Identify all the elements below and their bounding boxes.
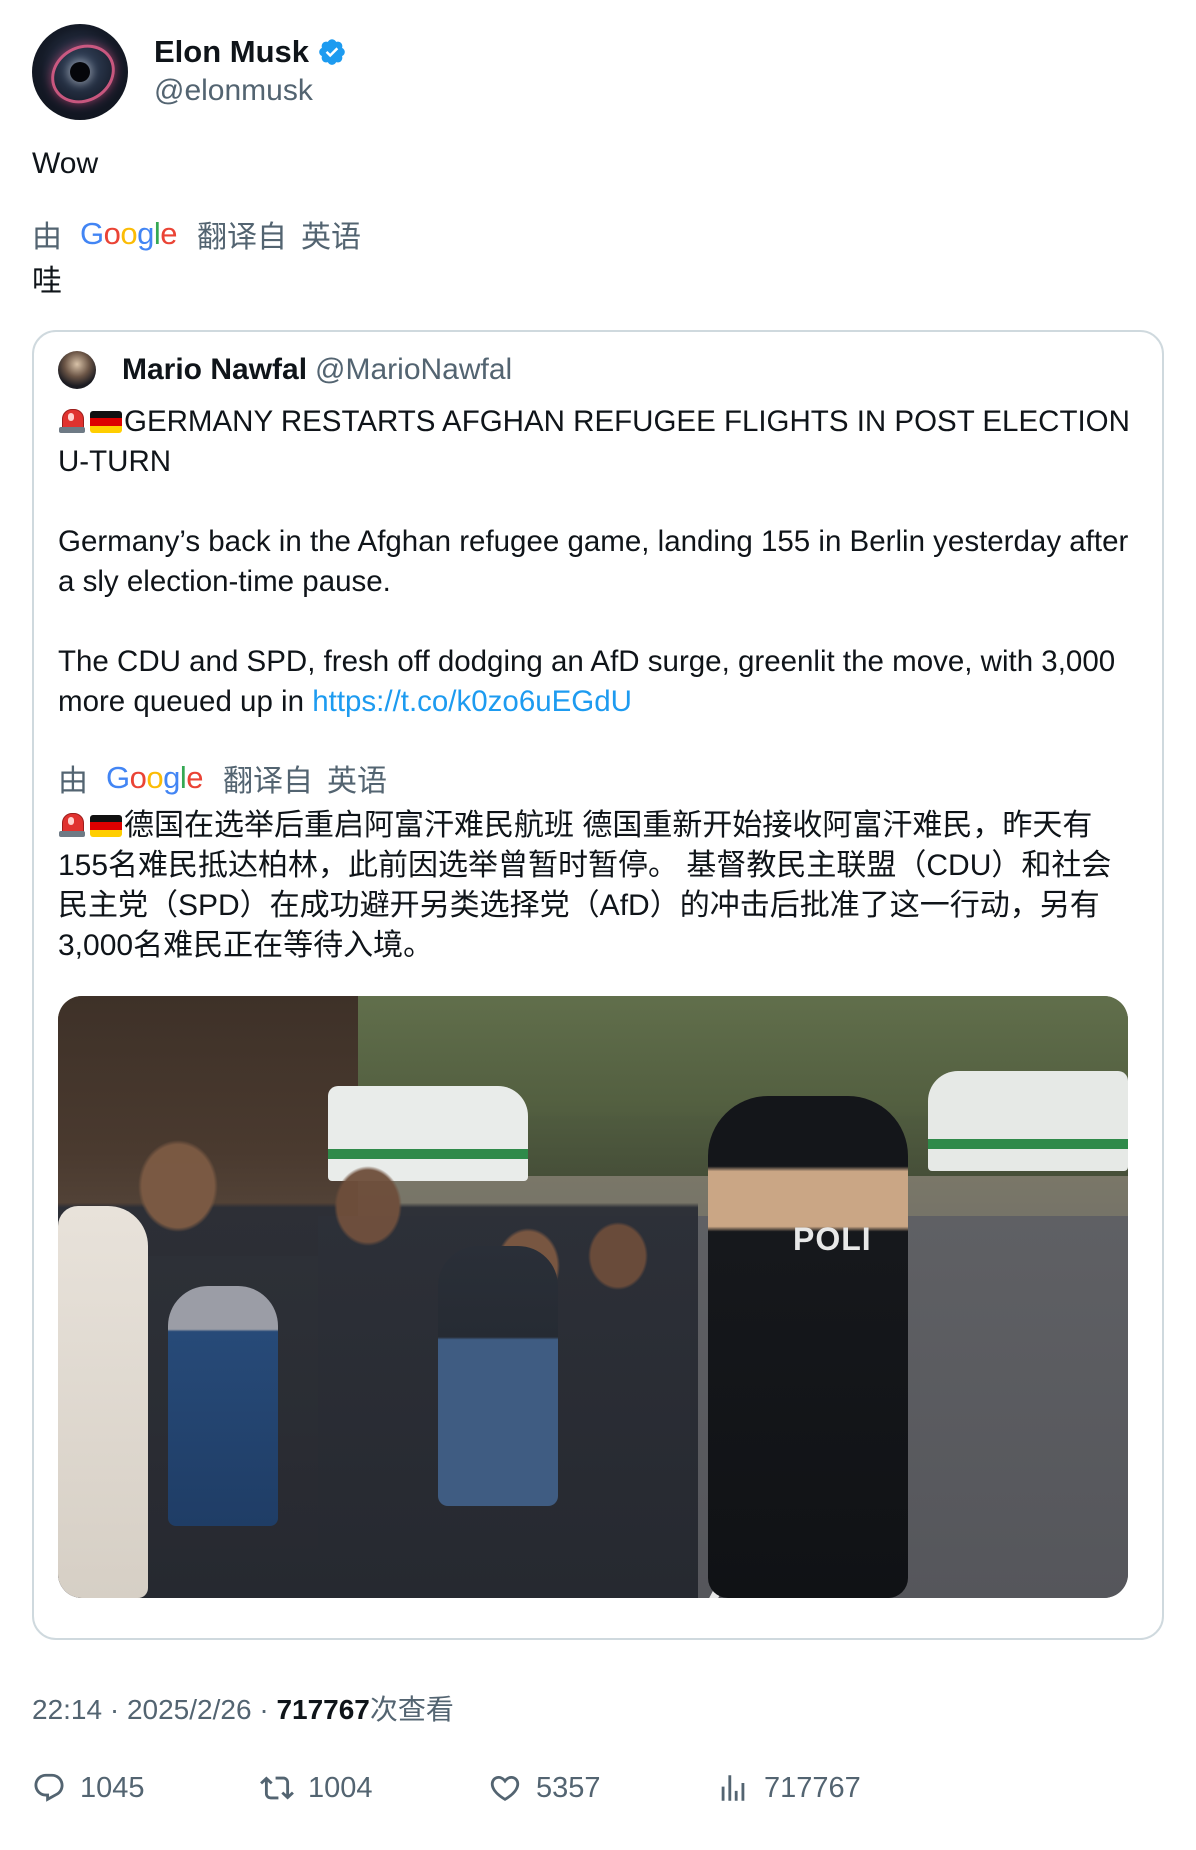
quote-paragraph-1: Germany’s back in the Afghan refugee gam… (58, 525, 1137, 598)
author-names: Elon Musk @elonmusk (154, 33, 347, 111)
photo-police-van-right (928, 1071, 1128, 1171)
quote-translate-by-label: 由 (58, 765, 88, 798)
quote-headline: GERMANY RESTARTS AFGHAN REFUGEE FLIGHTS … (58, 405, 1139, 478)
quote-author-avatar (58, 351, 96, 389)
like-button[interactable]: 5357 (488, 1771, 716, 1805)
photo-police-officer (708, 1096, 908, 1598)
tweet-date[interactable]: 2025/2/26 (127, 1694, 252, 1725)
tweet-text: Wow (32, 147, 99, 180)
tweet-header: Elon Musk @elonmusk (32, 24, 1164, 120)
action-bar: 1045 1004 5357 717767 (32, 1764, 1164, 1812)
google-logo: Google (80, 216, 178, 251)
views-label: 次查看 (369, 1694, 454, 1725)
avatar-core (70, 62, 90, 82)
verified-badge-icon (319, 39, 345, 65)
quoted-tweet-card[interactable]: Mario Nawfal @MarioNawfal GERMANY RESTAR… (32, 330, 1164, 1640)
quote-link[interactable]: https://t.co/k0zo6uEGdU (312, 685, 632, 718)
retweet-button[interactable]: 1004 (260, 1771, 488, 1805)
name-row: Elon Musk (154, 33, 347, 71)
quote-translated-text: 德国在选举后重启阿富汗难民航班 德国重新开始接收阿富汗难民，昨天有155名难民抵… (58, 809, 1112, 962)
tweet: Elon Musk @elonmusk Wow 由 Google 翻译自 英语 … (32, 24, 1164, 1728)
quote-translate-language: 英语 (327, 765, 388, 798)
views-button[interactable]: 717767 (716, 1771, 944, 1805)
translate-by-label: 由 (32, 221, 62, 254)
views-chart-icon (721, 1775, 745, 1801)
quote-text: GERMANY RESTARTS AFGHAN REFUGEE FLIGHTS … (58, 402, 1138, 722)
tweet-meta: 22:14 · 2025/2/26 · 717767次查看 (32, 1692, 1164, 1728)
author-handle[interactable]: @elonmusk (154, 71, 347, 111)
siren-emoji-icon (58, 405, 86, 435)
quote-translate-from-label: 翻译自 (223, 765, 314, 798)
quote-google-logo: Google (106, 760, 204, 795)
photo-person-white-coat (58, 1206, 148, 1598)
author-avatar[interactable] (32, 24, 128, 120)
germany-flag-emoji-icon (90, 815, 122, 837)
photo-child (168, 1286, 278, 1526)
translation-attribution: 由 Google 翻译自 英语 (32, 214, 1164, 254)
quote-author-name: Mario Nawfal (122, 353, 308, 386)
quote-paragraph-2: The CDU and SPD, fresh off dodging an Af… (58, 645, 1124, 718)
quote-translation-attribution: 由 Google 翻译自 英语 (58, 758, 1138, 798)
reply-count: 1045 (80, 1771, 145, 1804)
views-action-count: 717767 (764, 1771, 861, 1804)
photo-man-blue-shirt (438, 1246, 558, 1506)
quote-author-handle: @MarioNawfal (315, 353, 513, 386)
translate-from-label: 翻译自 (197, 221, 288, 254)
photo-crowd (58, 1116, 698, 1598)
germany-flag-emoji-icon (90, 411, 122, 433)
quote-photo[interactable]: POLI (58, 996, 1128, 1598)
translated-tweet-text: 哇 (32, 265, 62, 298)
photo-police-text: POLI (793, 1221, 872, 1257)
retweet-icon (260, 1776, 294, 1800)
author-display-name[interactable]: Elon Musk (154, 33, 309, 71)
reply-icon (34, 1773, 64, 1802)
siren-emoji-icon (58, 809, 86, 839)
meta-separator: · (109, 1694, 120, 1725)
reply-button[interactable]: 1045 (32, 1771, 260, 1805)
tweet-time[interactable]: 22:14 (32, 1694, 102, 1725)
translate-language: 英语 (301, 221, 362, 254)
heart-icon (490, 1775, 520, 1801)
quote-header: Mario Nawfal @MarioNawfal (58, 350, 1138, 390)
meta-separator: · (259, 1694, 269, 1725)
views-count: 717767 (276, 1694, 370, 1725)
like-count: 5357 (536, 1771, 601, 1804)
retweet-count: 1004 (308, 1771, 373, 1804)
